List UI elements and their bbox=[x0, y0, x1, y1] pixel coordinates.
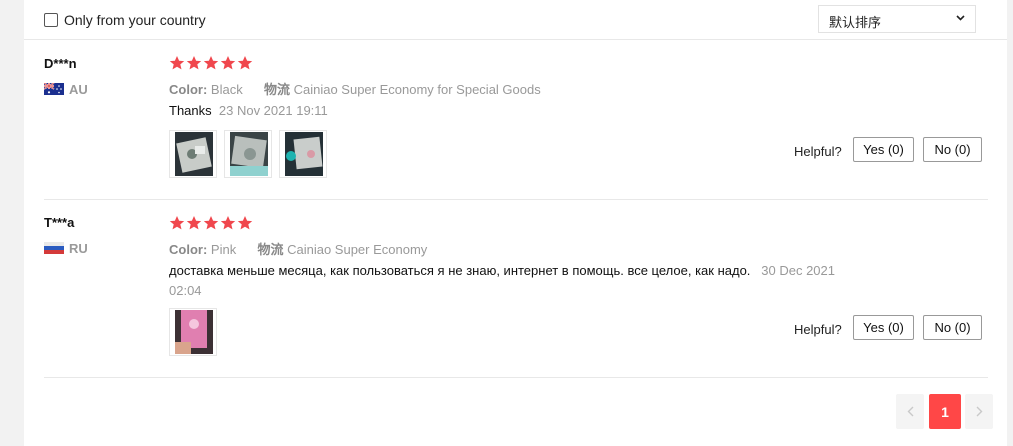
photo-thumbnail-1 bbox=[175, 310, 213, 354]
review-photo[interactable] bbox=[279, 130, 327, 178]
star-icon bbox=[220, 56, 236, 70]
only-country-checkbox[interactable]: Only from your country bbox=[44, 12, 206, 28]
rating-stars bbox=[169, 55, 253, 71]
photo-thumbnail-1 bbox=[175, 132, 213, 176]
helpful-label: Helpful? bbox=[794, 144, 842, 159]
star-icon bbox=[203, 56, 219, 70]
pagination-prev-button[interactable] bbox=[896, 394, 924, 429]
only-country-label[interactable]: Only from your country bbox=[64, 12, 206, 28]
color-label: Color: bbox=[169, 242, 208, 257]
helpful-yes-button[interactable]: Yes (0) bbox=[853, 315, 914, 340]
reviewer-name: D***n bbox=[44, 56, 77, 71]
photo-thumbnail-3 bbox=[285, 132, 323, 176]
review-meta: Color: Pink 物流 Cainiao Super Economy bbox=[169, 239, 427, 258]
star-icon bbox=[237, 56, 253, 70]
review-body: доставка меньше месяца, как пользоваться… bbox=[169, 261, 869, 301]
review-photo[interactable] bbox=[169, 130, 217, 178]
review-date: 23 Nov 2021 19:11 bbox=[218, 103, 328, 118]
star-icon bbox=[186, 56, 202, 70]
color-value: Black bbox=[210, 82, 243, 97]
helpful-no-button[interactable]: No (0) bbox=[923, 137, 982, 162]
star-icon bbox=[237, 216, 253, 230]
review-body: Thanks 23 Nov 2021 19:11 bbox=[169, 101, 869, 121]
page-gutter-right bbox=[1007, 0, 1013, 446]
photo-thumbnail-2 bbox=[230, 132, 268, 176]
reviewer-country: RU bbox=[69, 241, 88, 256]
star-icon bbox=[186, 216, 202, 230]
review-photo[interactable] bbox=[169, 308, 217, 356]
helpful-yes-button[interactable]: Yes (0) bbox=[853, 137, 914, 162]
reviewer-country: AU bbox=[69, 82, 88, 97]
chevron-down-icon bbox=[956, 15, 965, 21]
star-icon bbox=[220, 216, 236, 230]
review-text: Thanks bbox=[169, 103, 212, 118]
reviews-panel: Only from your country 默认排序 D***n AU Col… bbox=[24, 0, 1007, 446]
sort-selected-value: 默认排序 bbox=[829, 15, 882, 30]
shipping-label: 物流 bbox=[257, 242, 284, 257]
reviewer-name: T***a bbox=[44, 215, 75, 230]
review-item: T***a RU Color: Pink 物流 Cainiao Super Ec… bbox=[44, 215, 988, 378]
color-label: Color: bbox=[169, 82, 208, 97]
star-icon bbox=[169, 216, 185, 230]
flag-au-icon bbox=[44, 83, 64, 95]
review-meta: Color: Black 物流 Cainiao Super Economy fo… bbox=[169, 79, 541, 98]
shipping-label: 物流 bbox=[263, 82, 290, 97]
flag-ru-icon bbox=[44, 242, 64, 254]
star-icon bbox=[203, 216, 219, 230]
shipping-value: Cainiao Super Economy bbox=[287, 242, 428, 257]
star-icon bbox=[169, 56, 185, 70]
rating-stars bbox=[169, 215, 253, 231]
review-photo[interactable] bbox=[224, 130, 272, 178]
helpful-no-button[interactable]: No (0) bbox=[923, 315, 982, 340]
sort-dropdown[interactable]: 默认排序 bbox=[818, 5, 976, 33]
review-item: D***n AU Color: Black 物流 Cainiao Super E… bbox=[44, 56, 988, 200]
reviews-filter-bar: Only from your country 默认排序 bbox=[24, 0, 1007, 40]
checkbox-box[interactable] bbox=[44, 13, 58, 27]
shipping-value: Cainiao Super Economy for Special Goods bbox=[293, 82, 541, 97]
chevron-right-icon bbox=[976, 406, 982, 417]
page-gutter-left bbox=[0, 0, 24, 446]
review-text: доставка меньше месяца, как пользоваться… bbox=[169, 263, 751, 278]
color-value: Pink bbox=[210, 242, 237, 257]
pagination-current-page[interactable]: 1 bbox=[929, 394, 961, 429]
chevron-left-icon bbox=[907, 406, 913, 417]
helpful-label: Helpful? bbox=[794, 322, 842, 337]
pagination-next-button[interactable] bbox=[965, 394, 993, 429]
